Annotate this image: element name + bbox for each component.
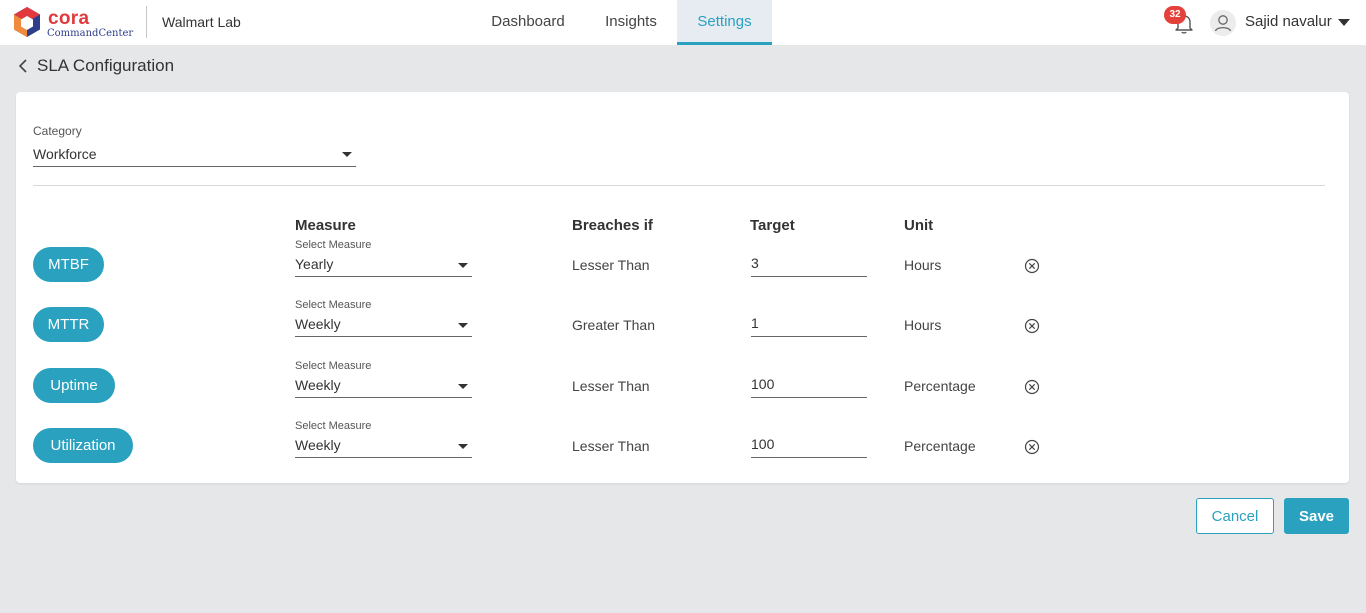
caret-down-icon (458, 444, 468, 449)
caret-down-icon (458, 263, 468, 268)
tab-dashboard[interactable]: Dashboard (478, 0, 578, 45)
metric-pill-utilization[interactable]: Utilization (33, 428, 133, 463)
chevron-down-icon[interactable] (1338, 19, 1350, 26)
metric-pill-mttr[interactable]: MTTR (33, 307, 104, 342)
tenant-name: Walmart Lab (162, 14, 241, 30)
select-measure-label: Select Measure (295, 239, 372, 251)
tab-insights[interactable]: Insights (592, 0, 670, 45)
select-measure-label: Select Measure (295, 420, 372, 432)
column-header-unit: Unit (904, 217, 934, 234)
target-input-utilization[interactable] (751, 434, 867, 458)
divider (33, 185, 1325, 186)
brand-subtitle: CommandCenter (47, 28, 134, 39)
breach-condition-uptime: Lesser Than (572, 378, 650, 394)
unit-utilization: Percentage (904, 438, 976, 454)
tab-settings[interactable]: Settings (677, 0, 772, 45)
remove-circle-icon[interactable] (1024, 379, 1040, 395)
column-header-breaches: Breaches if (572, 217, 653, 234)
caret-down-icon (458, 323, 468, 328)
breach-condition-mttr: Greater Than (572, 317, 656, 333)
remove-circle-icon[interactable] (1024, 439, 1040, 455)
select-measure-label: Select Measure (295, 360, 372, 372)
sla-config-card: Category Workforce Measure Breaches if T… (16, 92, 1349, 483)
category-label: Category (33, 124, 82, 138)
metric-pill-uptime[interactable]: Uptime (33, 368, 115, 403)
measure-select-mtbf[interactable]: Yearly (295, 253, 472, 277)
measure-value: Yearly (295, 256, 334, 272)
unit-mtbf: Hours (904, 257, 942, 273)
save-button[interactable]: Save (1284, 498, 1349, 534)
unit-uptime: Percentage (904, 378, 976, 394)
cora-logo[interactable]: cora CommandCenter (14, 6, 134, 40)
target-input-uptime[interactable] (751, 374, 867, 398)
remove-circle-icon[interactable] (1024, 258, 1040, 274)
target-input-mttr[interactable] (751, 313, 867, 337)
cancel-button[interactable]: Cancel (1196, 498, 1274, 534)
caret-down-icon (458, 384, 468, 389)
column-header-target: Target (750, 217, 795, 234)
notification-badge[interactable]: 32 (1164, 6, 1186, 24)
select-measure-label: Select Measure (295, 299, 372, 311)
metric-pill-mtbf[interactable]: MTBF (33, 247, 104, 282)
breach-condition-mtbf: Lesser Than (572, 257, 650, 273)
page-title: SLA Configuration (37, 56, 175, 75)
cora-logo-icon (14, 7, 40, 37)
breach-condition-utilization: Lesser Than (572, 438, 650, 454)
avatar-icon[interactable] (1210, 10, 1236, 36)
column-header-measure: Measure (295, 217, 356, 234)
measure-value: Weekly (295, 377, 341, 393)
measure-select-utilization[interactable]: Weekly (295, 434, 472, 458)
measure-select-uptime[interactable]: Weekly (295, 374, 472, 398)
caret-down-icon (342, 152, 352, 157)
top-bar: cora CommandCenter Walmart Lab Dashboard… (0, 0, 1366, 45)
back-arrow-icon[interactable] (16, 57, 30, 75)
measure-value: Weekly (295, 437, 341, 453)
brand-name: cora (48, 8, 90, 29)
unit-mttr: Hours (904, 317, 942, 333)
measure-select-mttr[interactable]: Weekly (295, 313, 472, 337)
target-input-mtbf[interactable] (751, 253, 867, 277)
header-divider (146, 6, 147, 38)
remove-circle-icon[interactable] (1024, 318, 1040, 334)
category-value: Workforce (33, 146, 97, 162)
measure-value: Weekly (295, 316, 341, 332)
user-name[interactable]: Sajid navalur (1245, 13, 1332, 30)
category-select[interactable]: Workforce (33, 144, 356, 167)
